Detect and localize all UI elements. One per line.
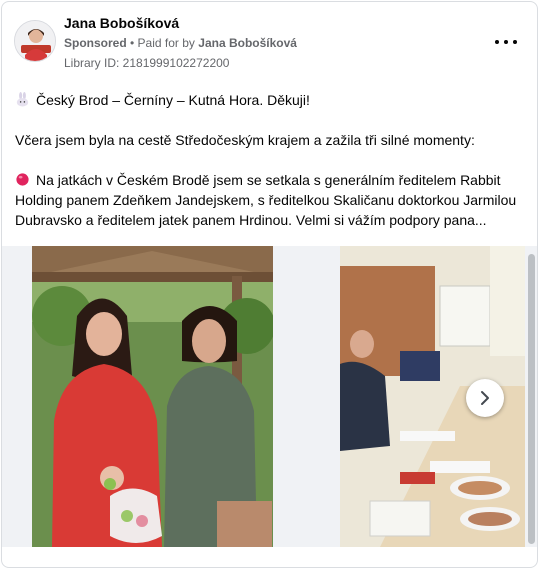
library-id: Library ID: 2181999102272200 [64,56,230,70]
sponsored-label: Sponsored [64,36,127,50]
ad-post-card: Jana Bobošíková Sponsored • Paid for by … [1,1,538,568]
vertical-scrollbar[interactable] [528,254,535,544]
sponsored-line: Sponsored • Paid for by Jana Bobošíková [64,36,297,50]
post-line-3: Na jatkách v Českém Brodě jsem se setkal… [15,170,530,230]
paid-for-prefix: • Paid for by [130,36,195,50]
paid-for-name: Jana Bobošíková [198,36,297,50]
carousel-next-button[interactable] [466,379,504,417]
more-options-icon[interactable] [495,32,517,52]
chevron-right-icon [481,391,489,405]
carousel-photo-1[interactable] [32,246,273,547]
author-name[interactable]: Jana Bobošíková [64,15,179,31]
post-line-1-text: Český Brod – Černíny – Kutná Hora. Děkuj… [36,92,310,108]
avatar[interactable] [14,20,56,62]
image-carousel[interactable] [2,246,537,547]
red-circle-icon [16,173,29,186]
post-line-1: Český Brod – Černíny – Kutná Hora. Děkuj… [15,90,310,110]
post-line-3-text: Na jatkách v Českém Brodě jsem se setkal… [15,172,517,228]
post-line-2: Včera jsem byla na cestě Středočeským kr… [15,132,475,148]
rabbit-emoji-icon [16,92,29,107]
